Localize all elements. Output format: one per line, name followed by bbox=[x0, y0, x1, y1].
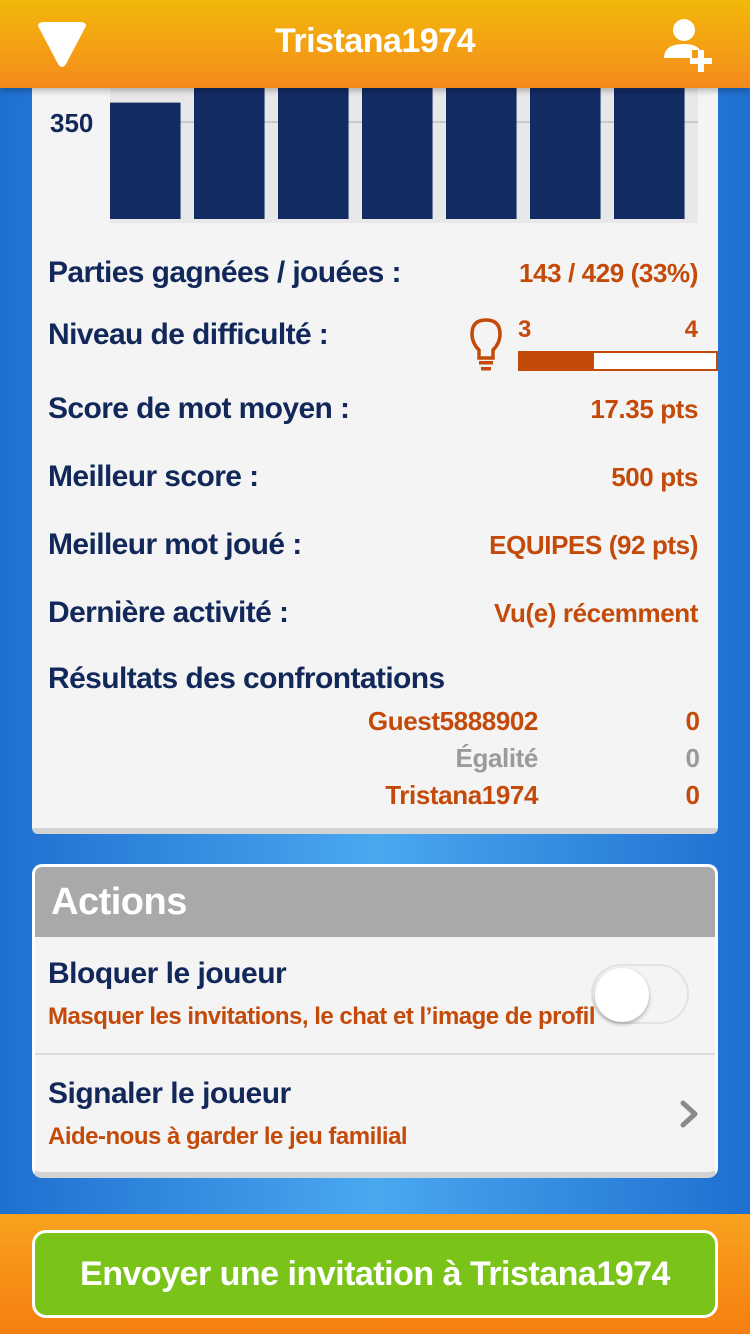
chart-bar bbox=[278, 88, 349, 219]
avg-word-score-row: Score de mot moyen : 17.35 pts bbox=[48, 384, 698, 434]
chart-bar bbox=[614, 88, 685, 219]
h2h-player-name: Guest5888902 bbox=[367, 706, 539, 736]
block-player-item[interactable]: Bloquer le joueur Masquer les invitation… bbox=[35, 937, 715, 1055]
block-player-title: Bloquer le joueur bbox=[48, 957, 287, 990]
best-score-value: 500 pts bbox=[611, 462, 698, 492]
chart-bar bbox=[194, 88, 265, 220]
chevron-right-icon bbox=[680, 1100, 698, 1128]
last-activity-label: Dernière activité : bbox=[48, 596, 289, 629]
toggle-knob bbox=[595, 968, 649, 1022]
report-player-subtitle: Aide-nous à garder le jeu familial bbox=[48, 1123, 408, 1150]
difficulty-low-label: 3 bbox=[518, 316, 532, 343]
difficulty-progress-fill bbox=[520, 353, 595, 369]
chart-bar bbox=[446, 88, 517, 219]
difficulty-label: Niveau de difficulté : bbox=[48, 318, 329, 351]
best-word-row: Meilleur mot joué : EQUIPES (92 pts) bbox=[48, 520, 698, 570]
h2h-draw-name: Égalité bbox=[455, 743, 539, 773]
send-invitation-button[interactable]: Envoyer une invitation à Tristana1974 bbox=[32, 1230, 718, 1318]
player-stats-card: 350 Parties gagnées / jouées : 143 / 429… bbox=[32, 88, 718, 834]
actions-header: Actions bbox=[35, 867, 715, 937]
actions-card: Actions Bloquer le joueur Masquer les in… bbox=[32, 864, 718, 1178]
games-label: Parties gagnées / jouées : bbox=[48, 256, 401, 289]
head-to-head-row: Égalité 0 bbox=[32, 743, 718, 779]
h2h-opponent-value: 0 bbox=[685, 780, 700, 810]
chart-bar bbox=[110, 102, 181, 219]
add-user-icon[interactable] bbox=[662, 16, 718, 72]
h2h-draw-value: 0 bbox=[685, 743, 700, 773]
h2h-opponent-name: Tristana1974 bbox=[385, 780, 538, 810]
h2h-player-value: 0 bbox=[685, 706, 700, 736]
head-to-head-row: Tristana1974 0 bbox=[32, 780, 718, 816]
games-value: 143 / 429 (33%) bbox=[518, 258, 698, 288]
block-player-subtitle: Masquer les invitations, le chat et l’im… bbox=[48, 1003, 595, 1030]
head-to-head-row: Guest5888902 0 bbox=[32, 706, 718, 742]
y-tick-label: 350 bbox=[50, 108, 94, 138]
difficulty-row: Niveau de difficulté : 3 4 bbox=[48, 316, 718, 376]
page-title: Tristana1974 bbox=[274, 22, 476, 60]
last-activity-row: Dernière activité : Vu(e) récemment bbox=[48, 588, 698, 638]
lightbulb-icon bbox=[470, 318, 502, 371]
block-player-toggle[interactable] bbox=[591, 964, 689, 1024]
games-won-played-row: Parties gagnées / jouées : 143 / 429 (33… bbox=[48, 248, 698, 298]
best-score-row: Meilleur score : 500 pts bbox=[48, 452, 698, 502]
difficulty-progress-bar bbox=[518, 351, 718, 371]
report-player-title: Signaler le joueur bbox=[48, 1077, 291, 1110]
difficulty-high-label: 4 bbox=[684, 316, 698, 343]
chart-bar bbox=[530, 88, 601, 220]
best-score-label: Meilleur score : bbox=[48, 460, 259, 493]
last-activity-value: Vu(e) récemment bbox=[494, 598, 698, 628]
head-to-head-title: Résultats des confrontations bbox=[48, 662, 445, 695]
chart-bar bbox=[362, 88, 433, 220]
top-bar: Tristana1974 bbox=[0, 0, 750, 88]
best-word-label: Meilleur mot joué : bbox=[48, 528, 302, 561]
best-word-value: EQUIPES (92 pts) bbox=[489, 530, 698, 560]
avg-word-value: 17.35 pts bbox=[590, 394, 698, 424]
bottom-bar: Envoyer une invitation à Tristana1974 bbox=[0, 1214, 750, 1334]
actions-title: Actions bbox=[51, 881, 187, 923]
bar-chart-svg bbox=[110, 88, 698, 223]
report-player-item[interactable]: Signaler le joueur Aide-nous à garder le… bbox=[35, 1055, 715, 1172]
avg-word-label: Score de mot moyen : bbox=[48, 392, 350, 425]
score-history-chart: 350 bbox=[32, 88, 718, 223]
